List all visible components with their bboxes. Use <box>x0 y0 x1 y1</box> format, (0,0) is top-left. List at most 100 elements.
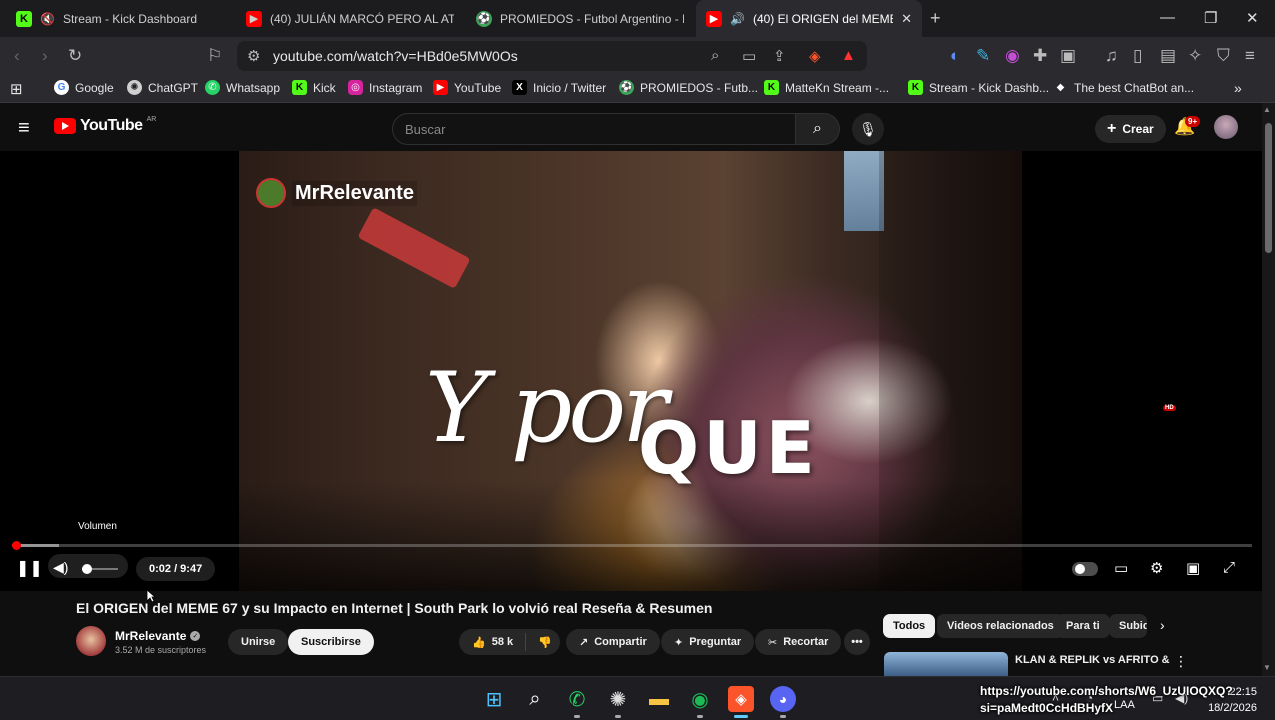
brave-rewards-icon[interactable]: ▲ <box>841 47 856 64</box>
back-icon[interactable]: ‹ <box>14 46 20 66</box>
chatgpt-icon[interactable]: ✺ <box>605 686 631 712</box>
bookmark-chatgpt[interactable]: ✺ ChatGPT <box>127 80 198 95</box>
channel-name[interactable]: MrRelevante ✓ <box>115 629 201 643</box>
more-bookmarks-icon[interactable]: » <box>1234 80 1242 96</box>
site-info-icon[interactable]: ⚙ <box>247 47 260 65</box>
bookmark-icon[interactable]: ⚐ <box>207 46 222 66</box>
forward-icon[interactable]: › <box>42 46 48 66</box>
zoom-icon[interactable]: ⌕ <box>711 47 719 64</box>
clip-button[interactable]: ✂ Recortar <box>755 629 842 655</box>
vpn-shield-icon[interactable]: ⛉ <box>1217 46 1230 66</box>
search-box[interactable] <box>392 113 796 145</box>
join-button[interactable]: Unirse <box>228 629 289 655</box>
muted-speaker-icon[interactable]: 🔇 <box>40 12 55 26</box>
search-input[interactable] <box>393 114 795 144</box>
fullscreen-icon[interactable]: ⤢ <box>1223 559 1235 576</box>
bookmark-instagram[interactable]: ◎ Instagram <box>348 80 422 95</box>
taskbar-search-icon[interactable]: ⌕ <box>522 686 548 712</box>
reload-icon[interactable]: ↻ <box>68 46 82 66</box>
sidebar-icon[interactable]: ▯ <box>1133 46 1142 66</box>
volume-icon[interactable]: ◀) <box>53 559 68 576</box>
leo-ai-icon[interactable]: ✧ <box>1188 46 1202 66</box>
like-count[interactable]: 58 k <box>492 636 513 648</box>
minimize-icon[interactable]: — <box>1160 9 1175 26</box>
scroll-down-icon[interactable]: ▼ <box>1263 663 1271 672</box>
wallet-icon[interactable]: ▤ <box>1160 46 1176 66</box>
bookmark-matteken[interactable]: K MatteKn Stream -... <box>764 80 889 95</box>
discord-icon[interactable]: ◕ <box>770 686 796 712</box>
tab-kick-dashboard[interactable]: K 🔇 Stream - Kick Dashboard <box>6 0 232 37</box>
new-tab-icon[interactable]: + <box>930 8 941 29</box>
bookmark-youtube[interactable]: ▶ YouTube <box>433 80 501 95</box>
scrollbar-thumb[interactable] <box>1265 123 1272 253</box>
chip-todos[interactable]: Todos <box>883 614 936 638</box>
promiedos-icon: ⚽ <box>619 80 634 95</box>
puzzle-icon[interactable]: ✚ <box>1033 46 1047 66</box>
hamburger-menu-icon[interactable]: ≡ <box>18 117 30 140</box>
bookmark-promiedos[interactable]: ⚽ PROMIEDOS - Futb... <box>619 80 758 95</box>
whatsapp-icon[interactable]: ✆ <box>564 686 590 712</box>
apps-grid-icon[interactable]: ⊞ <box>10 80 23 98</box>
notifications-badge: 9+ <box>1185 116 1201 127</box>
autoplay-toggle[interactable] <box>1072 562 1098 576</box>
cast-icon[interactable]: ▭ <box>742 47 756 65</box>
close-window-icon[interactable]: ✕ <box>1246 9 1259 27</box>
more-actions-button[interactable]: ••• <box>844 629 870 655</box>
tab-promiedos[interactable]: ⚽ PROMIEDOS - Futbol Argentino - Fix <box>466 0 694 37</box>
chip-videos-relacionados[interactable]: Videos relacionados <box>937 614 1064 638</box>
pause-icon[interactable]: ❚❚ <box>16 558 43 578</box>
youtube-logo[interactable]: YouTube AR <box>54 116 156 135</box>
address-bar[interactable]: ⚙ youtube.com/watch?v=HBd0e5MW0Os ⌕ ▭ ⇪ … <box>237 41 867 71</box>
youtube-play-icon <box>54 118 76 134</box>
bookmark-google[interactable]: G Google <box>54 80 114 95</box>
bookmarks-bar: ⊞ G Google ✺ ChatGPT ✆ Whatsapp K Kick ◎… <box>0 75 1275 103</box>
recommended-video-title[interactable]: KLAN & REPLIK vs AFRITO & <box>1015 654 1170 666</box>
spotify-icon[interactable]: ◉ <box>687 686 713 712</box>
recommended-video-thumbnail[interactable] <box>884 652 1008 676</box>
music-icon[interactable]: ♫ <box>1105 46 1118 66</box>
speaker-icon[interactable]: 🔊 <box>730 12 745 26</box>
voice-search-button[interactable]: 🎙 <box>852 113 884 145</box>
extension-icon[interactable]: ◉ <box>1005 46 1020 66</box>
bookmark-kick[interactable]: K Kick <box>292 80 336 95</box>
brave-shields-icon[interactable]: ◈ <box>809 47 821 65</box>
progress-bar[interactable] <box>12 544 1252 547</box>
subtitles-icon[interactable]: ▭ <box>1114 559 1128 577</box>
restore-icon[interactable]: ❐ <box>1204 9 1217 27</box>
miniplayer-icon[interactable]: ▣ <box>1186 559 1200 577</box>
account-avatar[interactable] <box>1214 115 1238 139</box>
extension-icon[interactable]: ◖ <box>948 46 958 66</box>
tab-origen-meme-67[interactable]: ▶ 🔊 (40) El ORIGEN del MEME 67 y ✕ <box>696 0 922 37</box>
search-button[interactable]: ⌕ <box>796 113 840 145</box>
extension-icon[interactable]: ▣ <box>1060 46 1076 66</box>
bookmark-chatbot[interactable]: ◆ The best ChatBot an... <box>1053 80 1194 95</box>
more-horizontal-icon: ••• <box>851 636 863 648</box>
ask-button[interactable]: ✦ Preguntar <box>661 629 755 655</box>
thumbs-up-icon[interactable]: 👍 <box>472 636 486 649</box>
share-icon[interactable]: ⇪ <box>773 47 786 65</box>
scissors-icon: ✂ <box>768 636 778 649</box>
more-vertical-icon[interactable]: ⋮ <box>1174 653 1188 670</box>
bookmark-twitter[interactable]: X Inicio / Twitter <box>512 80 606 95</box>
bookmark-whatsapp[interactable]: ✆ Whatsapp <box>205 80 280 95</box>
settings-gear-icon[interactable]: ⚙ <box>1150 559 1163 577</box>
file-explorer-icon[interactable]: ▬ <box>646 686 672 712</box>
close-tab-icon[interactable]: ✕ <box>901 11 912 27</box>
url-text[interactable]: youtube.com/watch?v=HBd0e5MW0Os <box>273 48 518 64</box>
chevron-right-icon[interactable]: › <box>1160 617 1165 633</box>
chip-subidos[interactable]: Subidos <box>1109 614 1147 638</box>
menu-icon[interactable]: ≡ <box>1245 46 1255 66</box>
create-button[interactable]: + Crear <box>1095 115 1166 143</box>
subscribe-button[interactable]: Suscribirse <box>288 629 374 655</box>
tab-julian-marco[interactable]: ▶ (40) JULIÁN MARCÓ PERO AL ATLETI <box>236 0 464 37</box>
chip-para-ti[interactable]: Para ti <box>1056 614 1110 638</box>
thumbs-down-icon[interactable]: 👎 <box>538 636 552 649</box>
bookmark-kick-dashboard[interactable]: K Stream - Kick Dashb... <box>908 80 1049 95</box>
windows-start-icon[interactable]: ⊞ <box>481 686 507 712</box>
chatgpt-icon: ✺ <box>127 80 142 95</box>
extension-icon[interactable]: ✎ <box>976 46 990 66</box>
channel-avatar[interactable] <box>76 626 106 656</box>
share-button[interactable]: ↗ Compartir <box>566 629 660 655</box>
brave-browser-icon[interactable]: ◈ <box>728 686 754 712</box>
scroll-up-icon[interactable]: ▲ <box>1263 105 1271 114</box>
